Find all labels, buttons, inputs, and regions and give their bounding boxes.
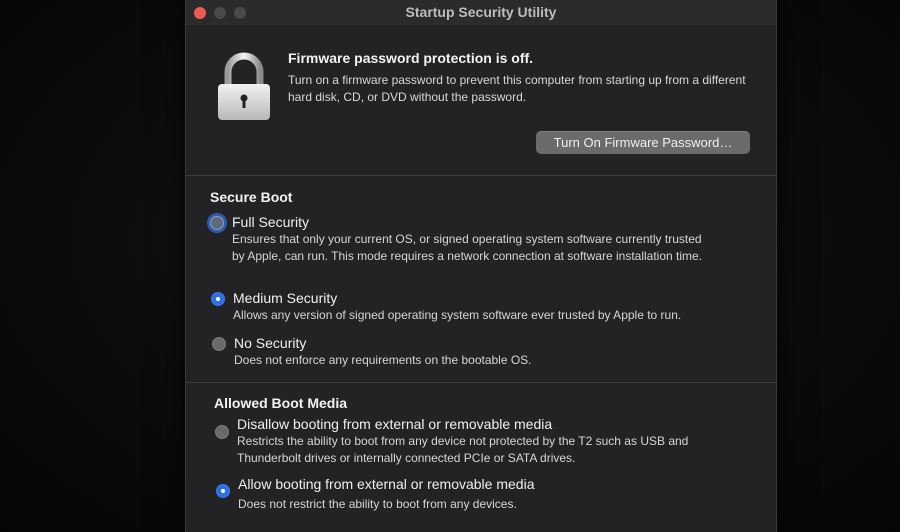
full-security-radio[interactable] xyxy=(210,216,224,230)
no-security-radio[interactable] xyxy=(212,337,226,351)
window-title: Startup Security Utility xyxy=(405,4,557,20)
medium-security-radio[interactable] xyxy=(211,292,225,306)
medium-security-description: Allows any version of signed operating s… xyxy=(233,308,682,322)
section-divider xyxy=(186,175,776,176)
startup-security-window: Startup Security Utility Firmware passwo… xyxy=(185,0,777,532)
allowed-boot-media-heading: Allowed Boot Media xyxy=(214,395,347,411)
medium-security-label[interactable]: Medium Security xyxy=(233,290,337,306)
firmware-description: Turn on a firmware password to prevent t… xyxy=(288,73,746,104)
section-divider xyxy=(186,382,776,383)
allow-external-boot-label[interactable]: Allow booting from external or removable… xyxy=(238,476,534,492)
padlock-icon xyxy=(218,52,270,120)
no-security-label[interactable]: No Security xyxy=(234,335,306,351)
full-security-label[interactable]: Full Security xyxy=(232,214,309,230)
no-security-description: Does not enforce any requirements on the… xyxy=(234,353,532,367)
allow-external-boot-description: Does not restrict the ability to boot fr… xyxy=(238,497,517,511)
allow-external-boot-radio[interactable] xyxy=(216,484,230,498)
turn-on-firmware-password-button[interactable]: Turn On Firmware Password… xyxy=(536,131,750,154)
full-security-description: Ensures that only your current OS, or si… xyxy=(232,232,703,263)
disallow-external-boot-radio[interactable] xyxy=(215,425,229,439)
firmware-status-heading: Firmware password protection is off. xyxy=(288,50,534,66)
disallow-external-boot-description: Restricts the ability to boot from any d… xyxy=(237,434,689,465)
disallow-external-boot-label[interactable]: Disallow booting from external or remova… xyxy=(237,416,552,432)
title-bar[interactable]: Startup Security Utility xyxy=(186,0,776,27)
secure-boot-heading: Secure Boot xyxy=(210,189,293,205)
